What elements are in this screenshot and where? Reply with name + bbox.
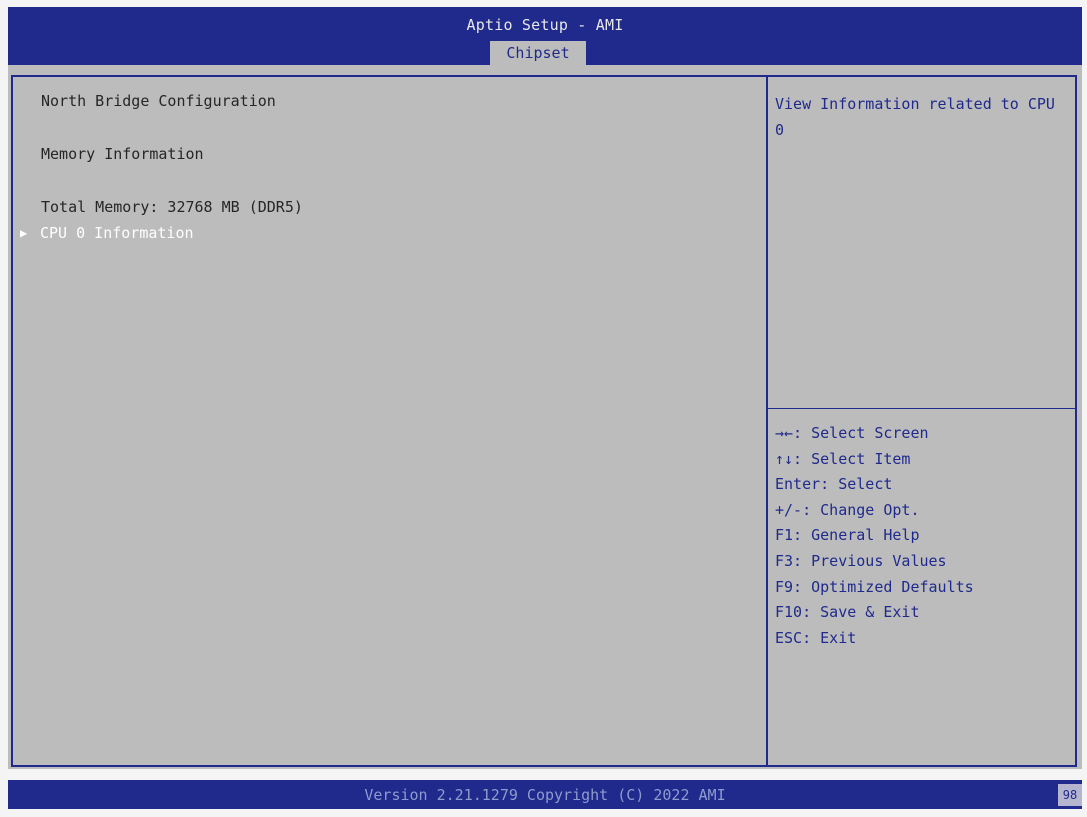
content-frame — [11, 75, 1077, 767]
key-esc-exit: ESC: Exit — [775, 628, 857, 647]
title-bar: Aptio Setup - AMI Chipset — [8, 7, 1082, 65]
post-code-badge: 98 — [1058, 784, 1082, 806]
cpu0-information-item[interactable]: ▶ CPU 0 Information — [20, 222, 194, 244]
memory-information-label: Memory Information — [41, 145, 204, 163]
key-previous-values: F3: Previous Values — [775, 551, 947, 570]
tab-chipset[interactable]: Chipset — [490, 41, 586, 65]
section-title-north-bridge: North Bridge Configuration — [41, 92, 276, 110]
key-save-exit: F10: Save & Exit — [775, 603, 920, 622]
key-general-help: F1: General Help — [775, 526, 920, 545]
cpu0-information-label: CPU 0 Information — [40, 224, 194, 242]
key-select-screen: →←: Select Screen — [775, 424, 929, 442]
submenu-arrow-icon: ▶ — [20, 226, 28, 240]
key-legend: →←: Select Screen ↑↓: Select Item Enter:… — [775, 424, 1075, 654]
total-memory-value: Total Memory: 32768 MB (DDR5) — [41, 198, 303, 216]
key-select-item: ↑↓: Select Item — [775, 449, 911, 468]
footer-bar: Version 2.21.1279 Copyright (C) 2022 AMI… — [8, 780, 1082, 809]
key-enter-select: Enter: Select — [775, 475, 893, 494]
key-change-opt: +/-: Change Opt. — [775, 500, 920, 519]
vertical-divider — [766, 75, 768, 767]
help-text: View Information related to CPU 0 — [775, 95, 1055, 139]
key-optimized-defaults: F9: Optimized Defaults — [775, 577, 974, 596]
version-text: Version 2.21.1279 Copyright (C) 2022 AMI — [364, 786, 726, 804]
help-divider — [768, 408, 1075, 409]
app-title: Aptio Setup - AMI — [466, 16, 624, 34]
